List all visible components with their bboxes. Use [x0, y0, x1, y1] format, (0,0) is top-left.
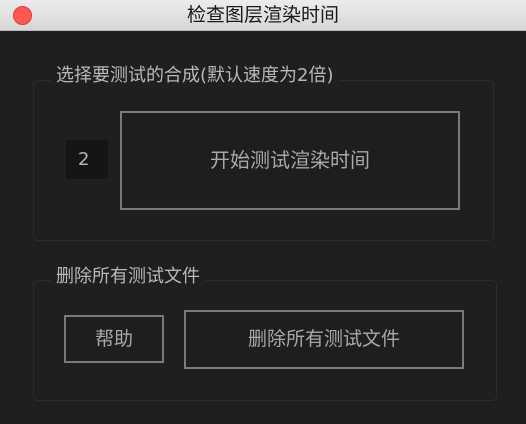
help-button[interactable]: 帮助 — [64, 315, 164, 363]
dialog-window: 检查图层渲染时间 选择要测试的合成(默认速度为2倍) 2 开始测试渲染时间 删除… — [0, 0, 526, 424]
delete-all-test-files-button[interactable]: 删除所有测试文件 — [184, 310, 464, 369]
start-render-test-button[interactable]: 开始测试渲染时间 — [120, 111, 460, 210]
window-title: 检查图层渲染时间 — [186, 4, 339, 26]
speed-multiplier-input[interactable]: 2 — [66, 140, 108, 179]
title-bar[interactable]: 检查图层渲染时间 — [0, 0, 526, 31]
render-test-panel-label: 选择要测试的合成(默认速度为2倍) — [51, 65, 339, 87]
delete-files-panel-label: 删除所有测试文件 — [51, 266, 205, 288]
